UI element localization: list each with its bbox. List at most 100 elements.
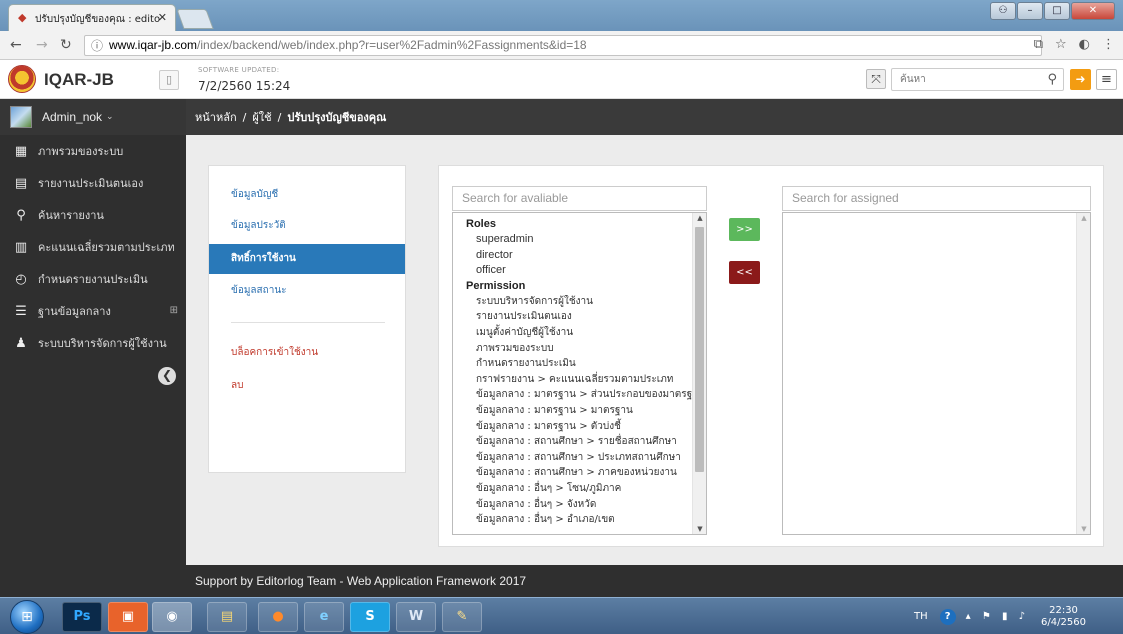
assigned-list[interactable]: ▲ ▼ bbox=[782, 212, 1091, 535]
delete-user-link[interactable]: ลบ bbox=[209, 371, 405, 401]
list-item[interactable]: director bbox=[466, 248, 692, 264]
profile-icon[interactable]: ⚇ bbox=[990, 2, 1016, 20]
list-item[interactable]: ข้อมูลกลาง : มาตรฐาน > ส่วนประกอบของมาตร… bbox=[466, 387, 692, 403]
tray-icons[interactable]: ▴ ⚑ ▮ ♪ bbox=[966, 611, 1029, 622]
menu-item-assignments[interactable]: สิทธิ์การใช้งาน bbox=[209, 244, 405, 274]
start-button[interactable]: ⊞ bbox=[10, 600, 44, 634]
internet-explorer-icon[interactable]: e bbox=[304, 602, 344, 632]
available-list[interactable]: Roles superadmin director officer Permis… bbox=[452, 212, 707, 535]
breadcrumb: หน้าหลัก / ผู้ใช้ / ปรับปรุงบัญชีของคุณ bbox=[186, 99, 1123, 135]
reload-icon[interactable]: ↻ bbox=[60, 37, 72, 53]
extension-icon[interactable]: ◐ bbox=[1079, 37, 1090, 52]
list-item[interactable]: ภาพรวมของระบบ bbox=[466, 341, 692, 357]
scroll-up-icon[interactable]: ▲ bbox=[1077, 214, 1090, 222]
paint-icon[interactable]: ✎ bbox=[442, 602, 482, 632]
brand-name[interactable]: IQAR-JB bbox=[44, 70, 114, 90]
url-path: /index/backend/web/index.php?r=user%2Fad… bbox=[197, 38, 587, 52]
menu-item-profile[interactable]: ข้อมูลประวัติ bbox=[209, 211, 405, 241]
os-taskbar: ⊞ Ps ▣ ◉ ▤ ● e S W ✎ TH ? ▴ ⚑ ▮ ♪ 22:30 … bbox=[0, 597, 1123, 634]
chrome-icon[interactable]: ◉ bbox=[152, 602, 192, 632]
sidebar-item-search-report[interactable]: ⚲ ค้นหารายงาน bbox=[0, 199, 186, 231]
list-item[interactable]: เมนูตั้งค่าบัญชีผู้ใช้งาน bbox=[466, 325, 692, 341]
list-item[interactable]: ข้อมูลกลาง : อื่นๆ > โซน/ภูมิภาค bbox=[466, 481, 692, 497]
skype-icon[interactable]: S bbox=[350, 602, 390, 632]
scroll-down-icon[interactable]: ▼ bbox=[693, 525, 706, 533]
list-item[interactable]: กราฟรายงาน > คะแนนเฉลี่ยรวมตามประเภท bbox=[466, 372, 692, 388]
word-icon[interactable]: W bbox=[396, 602, 436, 632]
bookmark-star-icon[interactable]: ☆ bbox=[1055, 37, 1067, 52]
firefox-icon[interactable]: ● bbox=[258, 602, 298, 632]
available-options: Roles superadmin director officer Permis… bbox=[453, 213, 692, 534]
list-item[interactable]: ข้อมูลกลาง : อื่นๆ > อำเภอ/เขต bbox=[466, 512, 692, 528]
list-item[interactable]: ระบบบริหารจัดการผู้ใช้งาน bbox=[466, 294, 692, 310]
list-item[interactable]: ข้อมูลกลาง : มาตรฐาน > ตัวบ่งชี้ bbox=[466, 419, 692, 435]
software-updated-label: SOFTWARE UPDATED: bbox=[198, 66, 280, 74]
list-item[interactable]: รายงานประเมินตนเอง bbox=[466, 309, 692, 325]
assign-button[interactable]: >> bbox=[729, 218, 760, 241]
sidebar-item-average-score[interactable]: ▥ คะแนนเฉลี่ยรวมตามประเภท bbox=[0, 231, 186, 263]
scroll-up-icon[interactable]: ▲ bbox=[693, 214, 706, 222]
list-item[interactable]: ข้อมูลกลาง : สถานศึกษา > ประเภทสถานศึกษา bbox=[466, 450, 692, 466]
list-item[interactable]: officer bbox=[466, 263, 692, 279]
forward-icon[interactable]: → bbox=[36, 37, 48, 53]
list-item[interactable]: superadmin bbox=[466, 232, 692, 248]
list-item[interactable]: กำหนดรายงานประเมิน bbox=[466, 356, 692, 372]
help-icon[interactable]: ? bbox=[939, 608, 956, 625]
optgroup-permission: Permission bbox=[466, 279, 526, 292]
list-item[interactable]: ข้อมูลกลาง : สถานศึกษา > รายชื่อสถานศึกษ… bbox=[466, 434, 692, 450]
minimize-button[interactable]: – bbox=[1017, 2, 1043, 20]
available-scrollbar[interactable]: ▲ ▼ bbox=[692, 213, 706, 534]
tab-close-icon[interactable]: ✕ bbox=[158, 11, 167, 24]
search-available-input[interactable]: Search for avaliable bbox=[452, 186, 707, 211]
info-icon[interactable]: ⓘ bbox=[91, 37, 103, 55]
user-dropdown[interactable]: Admin_nok ⌄ bbox=[0, 99, 186, 135]
media-player-icon[interactable]: ▣ bbox=[108, 602, 148, 632]
sidebar-item-label: ระบบบริหารจัดการผู้ใช้งาน bbox=[38, 337, 167, 350]
account-menu: ข้อมูลบัญชี ข้อมูลประวัติ สิทธิ์การใช้งา… bbox=[208, 165, 406, 473]
sidebar-item-label: กำหนดรายงานประเมิน bbox=[38, 273, 148, 286]
search-input[interactable] bbox=[892, 69, 1032, 90]
search-assigned-input[interactable]: Search for assigned bbox=[782, 186, 1091, 211]
list-item[interactable]: ข้อมูลกลาง : มาตรฐาน > มาตรฐาน bbox=[466, 403, 692, 419]
new-tab-button[interactable] bbox=[176, 9, 214, 29]
fullscreen-icon[interactable]: ⤧ bbox=[866, 69, 886, 89]
collapse-sidebar-icon[interactable]: ❮ bbox=[158, 367, 176, 385]
scroll-down-icon[interactable]: ▼ bbox=[1077, 525, 1090, 533]
sidebar-item-overview[interactable]: ▦ ภาพรวมของระบบ bbox=[0, 135, 186, 167]
hamburger-menu-icon[interactable]: ≡ bbox=[1096, 69, 1117, 90]
assigned-scrollbar[interactable]: ▲ ▼ bbox=[1076, 213, 1090, 534]
maximize-button[interactable]: □ bbox=[1044, 2, 1070, 20]
breadcrumb-home[interactable]: หน้าหลัก bbox=[195, 108, 237, 126]
menu-item-account[interactable]: ข้อมูลบัญชี bbox=[209, 180, 405, 210]
browser-tab[interactable]: ◆ ปรับปรุงบัญชีของคุณ : edito ✕ bbox=[8, 4, 176, 31]
revoke-button[interactable]: << bbox=[729, 261, 760, 284]
photoshop-icon[interactable]: Ps bbox=[62, 602, 102, 632]
list-item[interactable]: ข้อมูลกลาง : อื่นๆ > จังหวัด bbox=[466, 497, 692, 513]
menu-item-status[interactable]: ข้อมูลสถานะ bbox=[209, 276, 405, 306]
sidebar-toggle-button[interactable]: ▯ bbox=[159, 70, 179, 90]
sidebar-item-user-management[interactable]: ♟ ระบบบริหารจัดการผู้ใช้งาน bbox=[0, 327, 186, 359]
browser-menu-icon[interactable]: ⋮ bbox=[1102, 37, 1115, 52]
language-indicator[interactable]: TH bbox=[914, 611, 928, 622]
bar-chart-icon: ▥ bbox=[14, 239, 28, 255]
translate-icon[interactable]: ⧉ bbox=[1034, 37, 1043, 52]
url-input[interactable]: ⓘ www.iqar-jb.com/index/backend/web/inde… bbox=[84, 35, 1042, 56]
breadcrumb-users[interactable]: ผู้ใช้ bbox=[252, 108, 271, 126]
expand-plus-icon[interactable]: ⊞ bbox=[170, 305, 178, 316]
sidebar-item-schedule[interactable]: ◴ กำหนดรายงานประเมิน bbox=[0, 263, 186, 295]
file-icon: ▤ bbox=[14, 175, 28, 191]
optgroup-roles: Roles bbox=[466, 218, 496, 230]
scroll-thumb[interactable] bbox=[695, 227, 704, 472]
close-window-button[interactable]: ✕ bbox=[1071, 2, 1115, 20]
search-icon[interactable]: ⚲ bbox=[1047, 72, 1057, 87]
tab-title: ปรับปรุงบัญชีของคุณ : edito bbox=[35, 14, 161, 25]
sidebar-item-database[interactable]: ☰ ฐานข้อมูลกลาง ⊞ bbox=[0, 295, 186, 327]
back-icon[interactable]: ← bbox=[10, 37, 22, 53]
logout-icon[interactable]: ➜ bbox=[1070, 69, 1091, 90]
block-user-link[interactable]: บล็อคการเข้าใช้งาน bbox=[209, 338, 405, 368]
file-explorer-icon[interactable]: ▤ bbox=[207, 602, 247, 632]
clock[interactable]: 22:30 6/4/2560 bbox=[1041, 605, 1086, 629]
search-icon: ⚲ bbox=[16, 207, 26, 223]
list-item[interactable]: ข้อมูลกลาง : สถานศึกษา > ภาคของหน่วยงาน bbox=[466, 465, 692, 481]
sidebar-item-self-report[interactable]: ▤ รายงานประเมินตนเอง bbox=[0, 167, 186, 199]
